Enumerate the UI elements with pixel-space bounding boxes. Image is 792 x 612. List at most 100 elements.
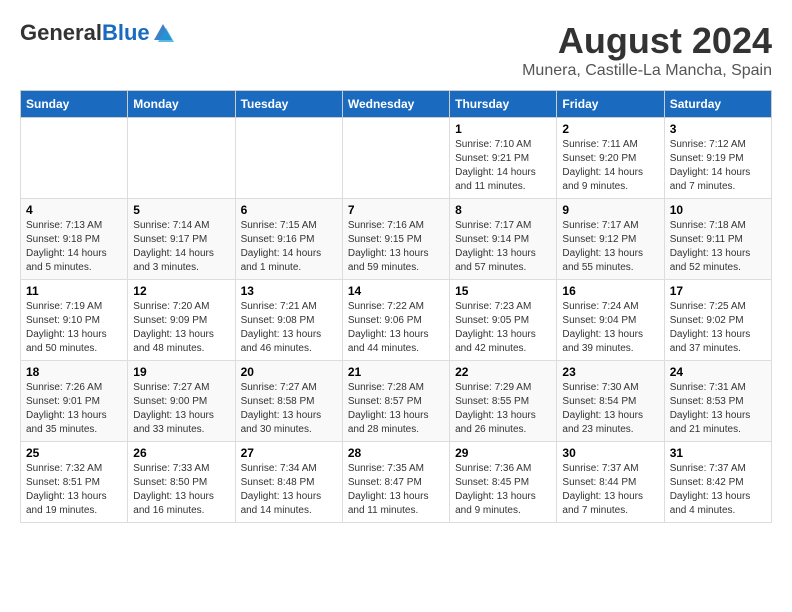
calendar-cell: 3 Sunrise: 7:12 AMSunset: 9:19 PMDaylight… [664, 118, 771, 199]
calendar-cell: 19 Sunrise: 7:27 AMSunset: 9:00 PMDayligh… [128, 361, 235, 442]
day-number: 23 [562, 365, 658, 379]
day-number: 13 [241, 284, 337, 298]
calendar-cell: 21Sunrise: 7:28 AMSunset: 8:57 PMDayligh… [342, 361, 449, 442]
day-info: Sunrise: 7:23 AMSunset: 9:05 PMDaylight:… [455, 300, 551, 356]
day-number: 8 [455, 203, 551, 217]
day-number: 26 [133, 446, 229, 460]
calendar-week-row: 18 Sunrise: 7:26 AMSunset: 9:01 PMDayligh… [21, 361, 772, 442]
day-of-week-header: Tuesday [235, 91, 342, 118]
calendar-cell: 20 Sunrise: 7:27 AMSunset: 8:58 PMDayligh… [235, 361, 342, 442]
day-number: 1 [455, 122, 551, 136]
calendar-cell: 5Sunrise: 7:14 AMSunset: 9:17 PMDaylight… [128, 199, 235, 280]
day-info: Sunrise: 7:22 AMSunset: 9:06 PMDaylight:… [348, 300, 444, 356]
calendar-body: 1 Sunrise: 7:10 AMSunset: 9:21 PMDaylight… [21, 118, 772, 523]
day-number: 19 [133, 365, 229, 379]
day-number: 27 [241, 446, 337, 460]
day-number: 2 [562, 122, 658, 136]
day-info: Sunrise: 7:33 AMSunset: 8:50 PMDaylight:… [133, 462, 229, 518]
day-number: 30 [562, 446, 658, 460]
calendar-cell: 16 Sunrise: 7:24 AMSunset: 9:04 PMDayligh… [557, 280, 664, 361]
day-info: Sunrise: 7:36 AMSunset: 8:45 PMDaylight:… [455, 462, 551, 518]
day-number: 20 [241, 365, 337, 379]
day-info: Sunrise: 7:30 AMSunset: 8:54 PMDaylight:… [562, 381, 658, 437]
day-info: Sunrise: 7:27 AMSunset: 9:00 PMDaylight:… [133, 381, 229, 437]
header-row: SundayMondayTuesdayWednesdayThursdayFrid… [21, 91, 772, 118]
subtitle: Munera, Castille-La Mancha, Spain [522, 62, 772, 80]
day-number: 14 [348, 284, 444, 298]
calendar-week-row: 4Sunrise: 7:13 AMSunset: 9:18 PMDaylight… [21, 199, 772, 280]
day-of-week-header: Monday [128, 91, 235, 118]
day-number: 12 [133, 284, 229, 298]
main-title: August 2024 [522, 20, 772, 62]
day-number: 15 [455, 284, 551, 298]
day-info: Sunrise: 7:27 AMSunset: 8:58 PMDaylight:… [241, 381, 337, 437]
logo: GeneralBlue [20, 20, 174, 46]
page-header: GeneralBlue August 2024 Munera, Castille… [20, 20, 772, 80]
day-number: 28 [348, 446, 444, 460]
day-info: Sunrise: 7:34 AMSunset: 8:48 PMDaylight:… [241, 462, 337, 518]
day-info: Sunrise: 7:26 AMSunset: 9:01 PMDaylight:… [26, 381, 122, 437]
day-info: Sunrise: 7:13 AMSunset: 9:18 PMDaylight:… [26, 219, 122, 275]
calendar-cell: 6 Sunrise: 7:15 AMSunset: 9:16 PMDaylight… [235, 199, 342, 280]
day-number: 31 [670, 446, 766, 460]
day-info: Sunrise: 7:16 AMSunset: 9:15 PMDaylight:… [348, 219, 444, 275]
day-info: Sunrise: 7:17 AMSunset: 9:12 PMDaylight:… [562, 219, 658, 275]
calendar-week-row: 1 Sunrise: 7:10 AMSunset: 9:21 PMDaylight… [21, 118, 772, 199]
day-number: 16 [562, 284, 658, 298]
day-number: 22 [455, 365, 551, 379]
calendar-cell: 23 Sunrise: 7:30 AMSunset: 8:54 PMDayligh… [557, 361, 664, 442]
day-info: Sunrise: 7:32 AMSunset: 8:51 PMDaylight:… [26, 462, 122, 518]
day-info: Sunrise: 7:17 AMSunset: 9:14 PMDaylight:… [455, 219, 551, 275]
day-of-week-header: Wednesday [342, 91, 449, 118]
calendar-cell: 14 Sunrise: 7:22 AMSunset: 9:06 PMDayligh… [342, 280, 449, 361]
day-of-week-header: Thursday [450, 91, 557, 118]
day-number: 21 [348, 365, 444, 379]
calendar-cell: 18 Sunrise: 7:26 AMSunset: 9:01 PMDayligh… [21, 361, 128, 442]
day-info: Sunrise: 7:20 AMSunset: 9:09 PMDaylight:… [133, 300, 229, 356]
day-info: Sunrise: 7:10 AMSunset: 9:21 PMDaylight:… [455, 138, 551, 194]
calendar-cell: 13 Sunrise: 7:21 AMSunset: 9:08 PMDayligh… [235, 280, 342, 361]
day-number: 9 [562, 203, 658, 217]
logo-icon [152, 22, 174, 44]
calendar-cell [235, 118, 342, 199]
calendar-cell: 24Sunrise: 7:31 AMSunset: 8:53 PMDayligh… [664, 361, 771, 442]
day-number: 3 [670, 122, 766, 136]
calendar-week-row: 11Sunrise: 7:19 AMSunset: 9:10 PMDayligh… [21, 280, 772, 361]
calendar-cell: 7 Sunrise: 7:16 AMSunset: 9:15 PMDaylight… [342, 199, 449, 280]
calendar-cell: 12 Sunrise: 7:20 AMSunset: 9:09 PMDayligh… [128, 280, 235, 361]
day-info: Sunrise: 7:12 AMSunset: 9:19 PMDaylight:… [670, 138, 766, 194]
title-block: August 2024 Munera, Castille-La Mancha, … [522, 20, 772, 80]
day-number: 29 [455, 446, 551, 460]
day-info: Sunrise: 7:11 AMSunset: 9:20 PMDaylight:… [562, 138, 658, 194]
day-number: 25 [26, 446, 122, 460]
day-of-week-header: Sunday [21, 91, 128, 118]
calendar-cell: 29 Sunrise: 7:36 AMSunset: 8:45 PMDayligh… [450, 442, 557, 523]
calendar-cell: 31 Sunrise: 7:37 AMSunset: 8:42 PMDayligh… [664, 442, 771, 523]
calendar-cell: 17Sunrise: 7:25 AMSunset: 9:02 PMDayligh… [664, 280, 771, 361]
day-number: 18 [26, 365, 122, 379]
day-number: 11 [26, 284, 122, 298]
calendar-cell: 27 Sunrise: 7:34 AMSunset: 8:48 PMDayligh… [235, 442, 342, 523]
day-number: 24 [670, 365, 766, 379]
day-of-week-header: Saturday [664, 91, 771, 118]
day-number: 7 [348, 203, 444, 217]
day-info: Sunrise: 7:29 AMSunset: 8:55 PMDaylight:… [455, 381, 551, 437]
day-info: Sunrise: 7:15 AMSunset: 9:16 PMDaylight:… [241, 219, 337, 275]
calendar-cell: 9 Sunrise: 7:17 AMSunset: 9:12 PMDaylight… [557, 199, 664, 280]
day-info: Sunrise: 7:35 AMSunset: 8:47 PMDaylight:… [348, 462, 444, 518]
calendar-cell: 30Sunrise: 7:37 AMSunset: 8:44 PMDayligh… [557, 442, 664, 523]
calendar-week-row: 25 Sunrise: 7:32 AMSunset: 8:51 PMDayligh… [21, 442, 772, 523]
calendar-cell: 4Sunrise: 7:13 AMSunset: 9:18 PMDaylight… [21, 199, 128, 280]
calendar-header: SundayMondayTuesdayWednesdayThursdayFrid… [21, 91, 772, 118]
calendar-cell: 22 Sunrise: 7:29 AMSunset: 8:55 PMDayligh… [450, 361, 557, 442]
day-info: Sunrise: 7:37 AMSunset: 8:42 PMDaylight:… [670, 462, 766, 518]
logo-text: GeneralBlue [20, 20, 150, 46]
day-info: Sunrise: 7:24 AMSunset: 9:04 PMDaylight:… [562, 300, 658, 356]
calendar-cell: 2 Sunrise: 7:11 AMSunset: 9:20 PMDaylight… [557, 118, 664, 199]
day-info: Sunrise: 7:21 AMSunset: 9:08 PMDaylight:… [241, 300, 337, 356]
day-of-week-header: Friday [557, 91, 664, 118]
day-info: Sunrise: 7:25 AMSunset: 9:02 PMDaylight:… [670, 300, 766, 356]
day-number: 6 [241, 203, 337, 217]
day-info: Sunrise: 7:14 AMSunset: 9:17 PMDaylight:… [133, 219, 229, 275]
calendar-cell: 26 Sunrise: 7:33 AMSunset: 8:50 PMDayligh… [128, 442, 235, 523]
